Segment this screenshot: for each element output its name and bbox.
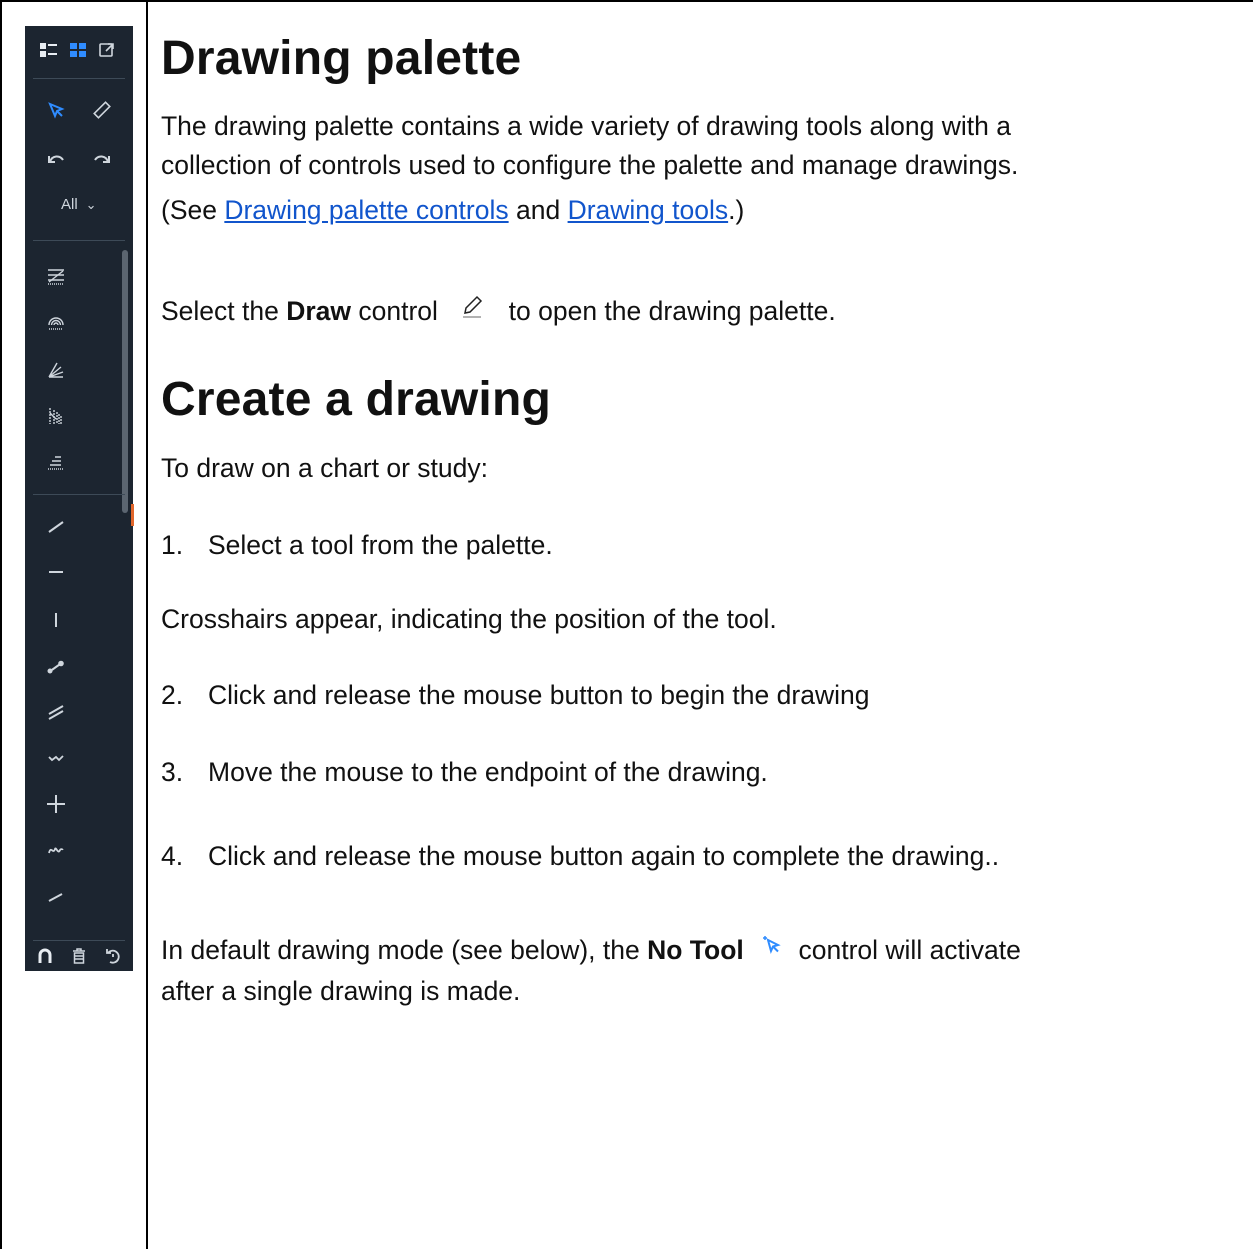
see-also-line: (See Drawing palette controls and Drawin…	[161, 191, 744, 229]
step-4: 4. Click and release the mouse button aga…	[161, 837, 999, 875]
step-text: Click and release the mouse button to be…	[208, 680, 870, 710]
intro-line-1: The drawing palette contains a wide vari…	[161, 111, 1011, 141]
intro-line-2: collection of controls used to configure…	[161, 150, 1019, 180]
freeform-icon[interactable]	[42, 836, 70, 864]
default-mode-line-2: after a single drawing is made.	[161, 976, 521, 1006]
column-divider	[146, 0, 148, 1249]
filter-dropdown[interactable]: All ⌄	[61, 196, 97, 213]
ruler-icon[interactable]	[88, 96, 116, 124]
select-suffix: to open the drawing palette.	[501, 296, 836, 326]
list-view-icon[interactable]	[35, 36, 63, 64]
palette-scrollbar[interactable]	[122, 250, 128, 513]
draw-label: Draw	[286, 296, 352, 326]
select-draw-line: Select the Draw control to open the draw…	[161, 292, 836, 330]
vertical-line-icon[interactable]	[42, 606, 70, 634]
palette-accent-marker	[131, 504, 134, 526]
grid-view-icon[interactable]	[65, 36, 93, 64]
see-and: and	[508, 195, 568, 225]
palette-divider	[33, 940, 125, 941]
fib-retracement-icon[interactable]	[42, 262, 70, 290]
segment-icon[interactable]	[42, 882, 70, 910]
undo-icon[interactable]	[42, 144, 70, 172]
palette-divider	[33, 78, 125, 79]
speed-lines-icon[interactable]	[42, 448, 70, 476]
magnet-icon[interactable]	[31, 942, 59, 970]
select-prefix: Select the	[161, 296, 287, 326]
fib-arc-icon[interactable]	[42, 308, 70, 336]
step-text: Select a tool from the palette.	[208, 530, 553, 560]
drawing-tools-link[interactable]: Drawing tools	[568, 195, 729, 225]
step-2: 2. Click and release the mouse button to …	[161, 676, 869, 714]
step-number: 1.	[161, 530, 184, 560]
palette-divider	[33, 494, 125, 495]
palette-divider	[33, 240, 125, 241]
step-number: 2.	[161, 680, 184, 710]
channel-icon[interactable]	[42, 698, 70, 726]
trash-icon[interactable]	[65, 942, 93, 970]
step-text: Move the mouse to the endpoint of the dr…	[208, 757, 768, 787]
drawing-palette: All ⌄	[25, 26, 134, 971]
ray-icon[interactable]	[42, 652, 70, 680]
horizontal-line-icon[interactable]	[42, 558, 70, 586]
crosshairs-note: Crosshairs appear, indicating the positi…	[161, 604, 777, 634]
reset-icon[interactable]	[99, 942, 127, 970]
chevron-down-icon: ⌄	[85, 196, 97, 212]
redo-icon[interactable]	[88, 144, 116, 172]
cursor-arrow-icon	[751, 929, 791, 959]
default-mode-line: In default drawing mode (see below), the…	[161, 931, 1021, 969]
detach-icon[interactable]	[93, 36, 121, 64]
step-1: 1. Select a tool from the palette.	[161, 526, 553, 564]
no-tool-label: No Tool	[647, 935, 744, 965]
section-title: Drawing palette	[161, 32, 522, 85]
filter-label: All	[61, 196, 78, 213]
select-mid: control	[351, 296, 446, 326]
step-3: 3. Move the mouse to the endpoint of the …	[161, 753, 768, 791]
wave-icon[interactable]	[42, 744, 70, 772]
frame-top-border	[0, 0, 1253, 2]
pencil-icon	[445, 286, 501, 326]
mode-prefix: In default drawing mode (see below), the	[161, 935, 648, 965]
line-icon[interactable]	[42, 512, 70, 540]
step-text: Click and release the mouse button again…	[208, 841, 1000, 871]
see-suffix: .)	[728, 195, 745, 225]
see-prefix: (See	[161, 195, 225, 225]
frame-left-border	[0, 0, 2, 1249]
create-intro: To draw on a chart or study:	[161, 453, 488, 483]
cursor-icon[interactable]	[42, 96, 70, 124]
section-title: Create a drawing	[161, 373, 551, 426]
gann-fan-icon[interactable]	[42, 356, 70, 384]
step-number: 3.	[161, 757, 184, 787]
crosshair-icon[interactable]	[42, 790, 70, 818]
mode-gap	[744, 935, 751, 965]
fib-timezone-icon[interactable]	[42, 402, 70, 430]
mode-suffix: control will activate	[791, 935, 1021, 965]
drawing-palette-controls-link[interactable]: Drawing palette controls	[224, 195, 508, 225]
step-number: 4.	[161, 841, 184, 871]
